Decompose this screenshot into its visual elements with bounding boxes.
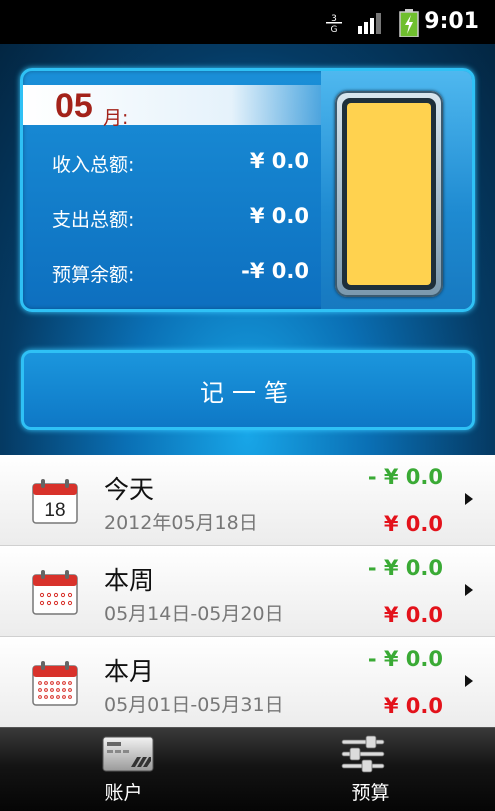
item-title: 今天	[104, 475, 155, 504]
period-list: 18 今天 2012年05月18日 - ¥ 0.0 ¥ 0.0 本周 05月14…	[0, 455, 495, 728]
month-summary-card[interactable]: 05 月: 收入总额: ¥ 0.0 支出总额: ¥ 0.0 预算余额: -¥ 0…	[20, 68, 475, 312]
tab-budget[interactable]: 预算	[247, 728, 494, 811]
budget-balance-label: 预算余额:	[52, 264, 135, 286]
list-item-this-week[interactable]: 本周 05月14日-05月20日 - ¥ 0.0 ¥ 0.0	[0, 546, 495, 637]
budget-gauge-fill	[347, 103, 431, 285]
budget-balance-value: -¥ 0.0	[241, 259, 309, 283]
item-income: - ¥ 0.0	[367, 647, 443, 671]
chevron-right-icon	[465, 493, 473, 505]
item-expense: ¥ 0.0	[383, 694, 443, 718]
list-item-this-month[interactable]: 本月 05月01日-05月31日 - ¥ 0.0 ¥ 0.0	[0, 637, 495, 728]
bottom-nav: 账户 预算	[0, 727, 495, 811]
record-entry-button[interactable]: 记一笔	[21, 350, 475, 430]
income-total-value: ¥ 0.0	[249, 149, 309, 173]
chevron-right-icon	[465, 675, 473, 687]
list-item-today[interactable]: 18 今天 2012年05月18日 - ¥ 0.0 ¥ 0.0	[0, 455, 495, 546]
item-income: - ¥ 0.0	[367, 465, 443, 489]
calendar-day-number: 18	[44, 500, 65, 521]
item-income: - ¥ 0.0	[367, 556, 443, 580]
item-expense: ¥ 0.0	[383, 512, 443, 536]
status-bar: 3 G 9:01	[0, 0, 495, 44]
chevron-right-icon	[465, 584, 473, 596]
item-expense: ¥ 0.0	[383, 603, 443, 627]
signal-bars-icon	[358, 13, 381, 34]
account-card-icon	[102, 736, 154, 772]
income-total-label: 收入总额:	[52, 154, 135, 176]
calendar-month-icon	[32, 661, 78, 706]
budget-gauge	[335, 91, 443, 297]
item-date: 2012年05月18日	[104, 512, 258, 534]
month-number: 05	[55, 87, 93, 125]
svg-text:G: G	[331, 25, 338, 34]
tab-account[interactable]: 账户	[0, 728, 247, 811]
budget-gauge-track	[342, 98, 436, 290]
item-date: 05月01日-05月31日	[104, 694, 284, 716]
tab-account-label: 账户	[104, 782, 143, 804]
battery-charging-icon	[399, 9, 419, 37]
item-title: 本周	[104, 566, 155, 595]
calendar-day-icon: 18	[32, 479, 78, 524]
data-signal-icon: 3 G	[326, 14, 342, 34]
expense-total-value: ¥ 0.0	[249, 204, 309, 228]
item-title: 本月	[104, 657, 155, 686]
calendar-week-icon	[32, 570, 78, 615]
item-date: 05月14日-05月20日	[104, 603, 284, 625]
budget-gauge-panel	[321, 71, 472, 309]
month-unit: 月:	[103, 107, 129, 129]
clock: 9:01	[424, 9, 479, 34]
expense-total-label: 支出总额:	[52, 209, 135, 231]
budget-sliders-icon	[341, 735, 385, 773]
tab-budget-label: 预算	[351, 782, 390, 804]
